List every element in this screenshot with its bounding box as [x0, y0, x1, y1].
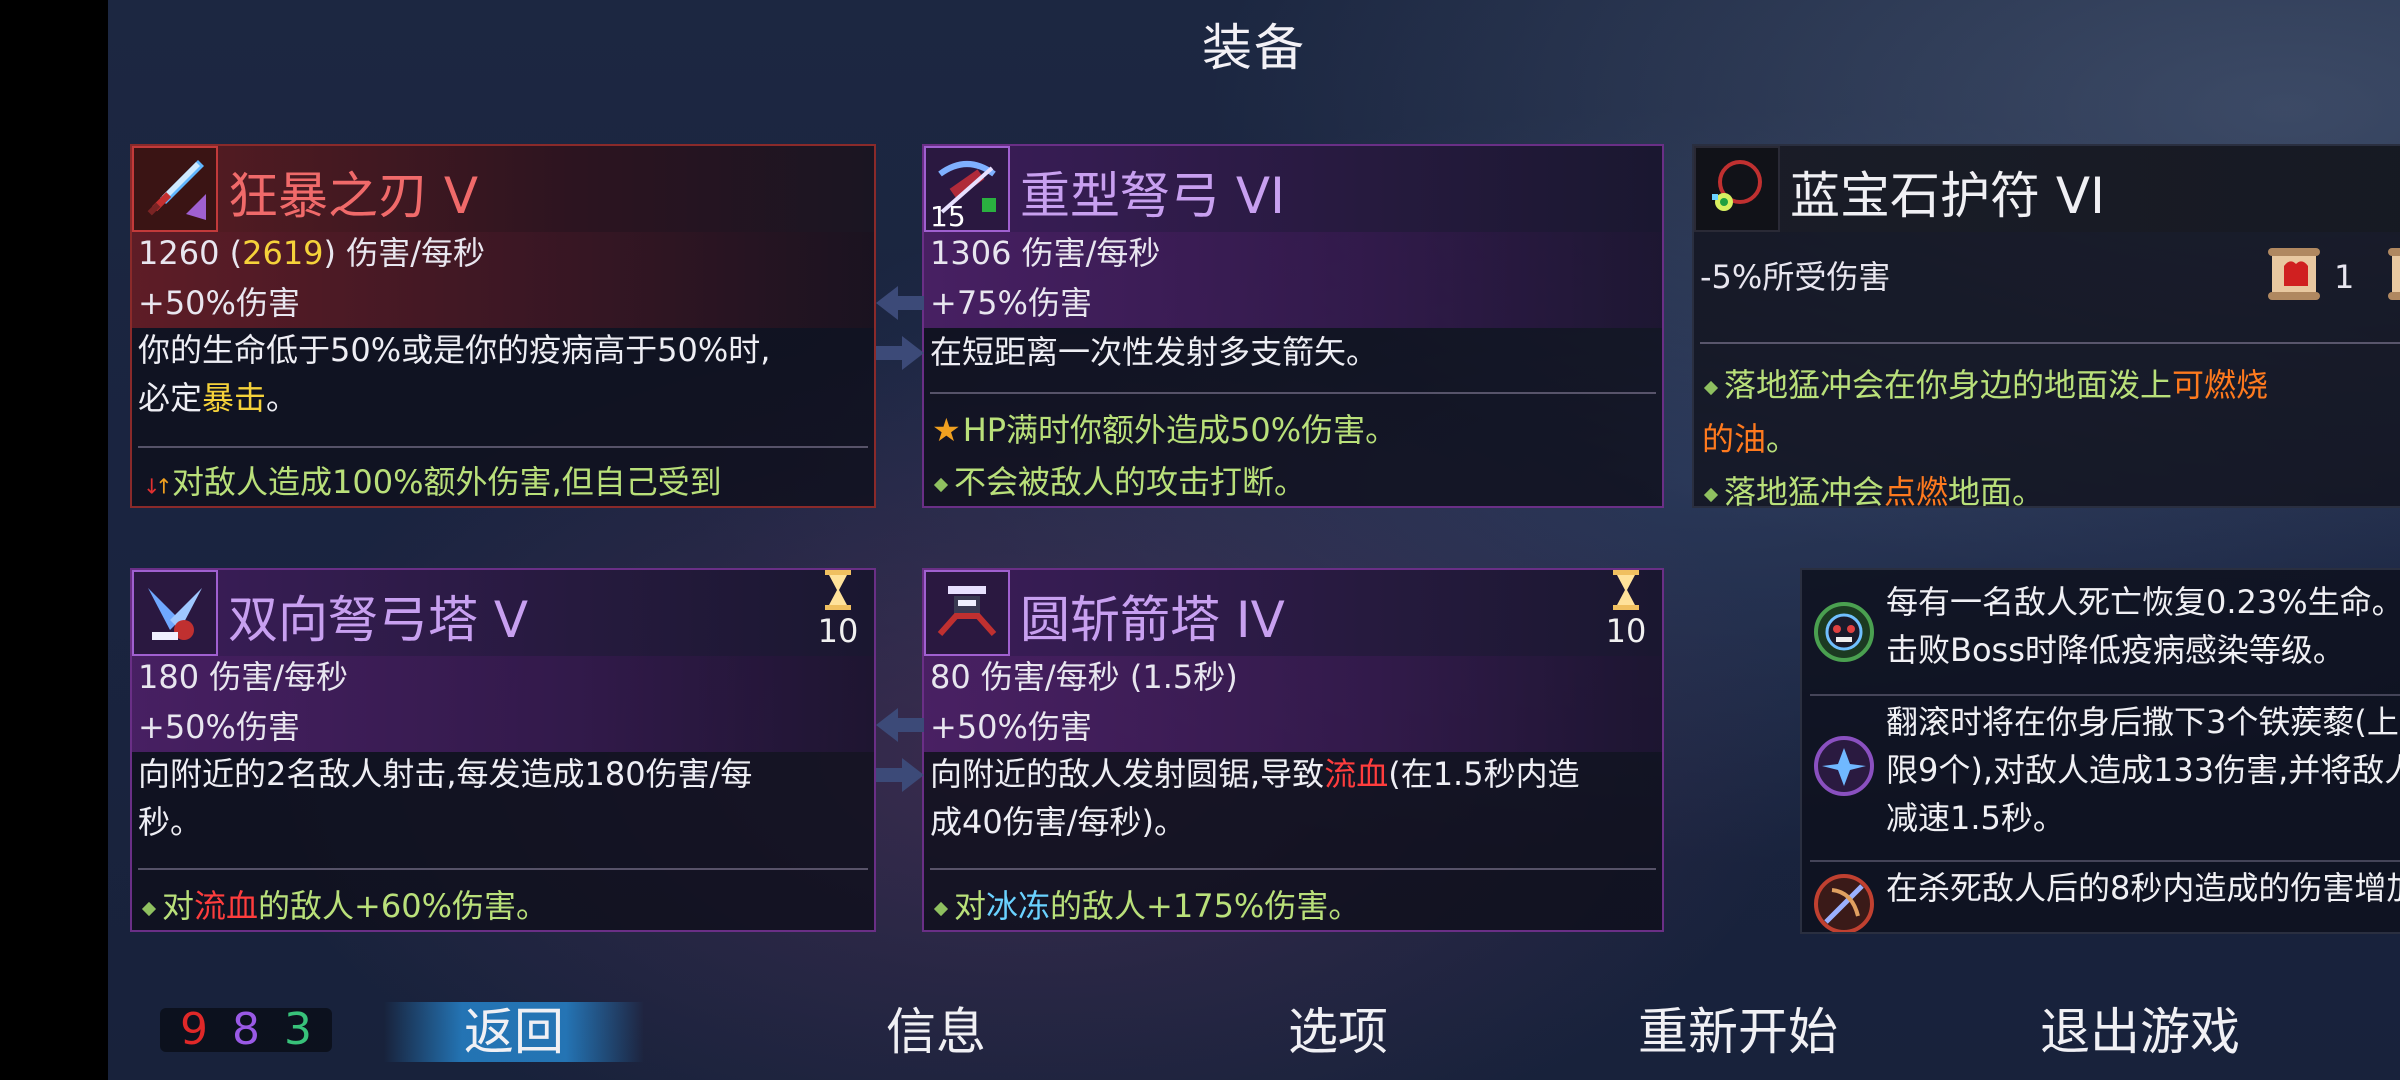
- amulet-stat: -5%所受伤害: [1700, 258, 1891, 296]
- affix-bullet-icon: [141, 901, 157, 917]
- mutation-text: 在杀死敌人后的8秒内造成的伤害增加: [1886, 869, 2400, 907]
- bottom-nav-bar: 983 返回 信息 选项 重新开始 退出游戏: [108, 994, 2400, 1080]
- item-description: 向附近的2名敌人射击,每发造成180伤害/每 秒。: [138, 755, 753, 841]
- scroll-red-count: 1: [2334, 258, 2355, 296]
- affix-line-1: ★HP满时你额外造成50%伤害。: [932, 411, 1398, 449]
- item-name: 蓝宝石护符 VI: [1790, 167, 2105, 225]
- skill-card-sawblade-turret[interactable]: 圆斩箭塔 IV 10 80 伤害/每秒 (1.5秒) +50%伤害 向附近的敌人…: [922, 568, 1664, 932]
- damage-bonus: +75%伤害: [930, 284, 1092, 322]
- screen-title: 装备: [1202, 19, 1306, 77]
- affix-bullet-icon: [1703, 487, 1719, 503]
- hourglass-icon: [1613, 570, 1639, 610]
- damage-bonus: +50%伤害: [138, 284, 300, 322]
- mutations-panel: 每有一名敌人死亡恢复0.23%生命。 击败Boss时降低疫病感染等级。 翻滚时将…: [1800, 568, 2400, 934]
- damage-bonus: +50%伤害: [930, 708, 1092, 746]
- stat-counters: 983: [160, 1008, 332, 1052]
- affix-bullet-icon: [933, 477, 949, 493]
- affix-line: 对流血的敌人+60%伤害。: [140, 882, 864, 930]
- brutality-count: 9: [180, 1004, 208, 1055]
- curse-affix-icon: ↓↑: [143, 475, 173, 499]
- mutation-text: 翻滚时将在你身后撒下3个铁蒺藜(上 限9个),对敌人造成133伤害,并将敌人 减…: [1886, 703, 2400, 837]
- mutation-item[interactable]: 每有一名敌人死亡恢复0.23%生命。 击败Boss时降低疫病感染等级。: [1802, 578, 2400, 698]
- scroll-red-icon: [2264, 242, 2328, 306]
- item-name: 双向弩弓塔 V: [228, 591, 529, 649]
- affix-line-2: 落地猛冲会点燃地面。: [1702, 468, 2400, 506]
- item-description: 在短距离一次性发射多支箭矢。: [930, 333, 1379, 371]
- cooldown-value: 10: [1605, 612, 1647, 650]
- mutation-text: 每有一名敌人死亡恢复0.23%生命。 击败Boss时降低疫病感染等级。: [1886, 583, 2400, 669]
- dps-line: 1260 (2619) 伤害/每秒: [138, 234, 485, 272]
- swap-arrow-right-icon[interactable]: [876, 336, 924, 370]
- mutation-item[interactable]: 在杀死敌人后的8秒内造成的伤害增加: [1802, 864, 2400, 932]
- swap-arrow-right-icon[interactable]: [876, 758, 924, 792]
- sawblade-turret-icon: [924, 570, 1010, 656]
- mutation-item[interactable]: 翻滚时将在你身后撒下3个铁蒺藜(上 限9个),对敌人造成133伤害,并将敌人 减…: [1802, 698, 2400, 858]
- monster-mutation-icon: [1814, 602, 1874, 662]
- amulet-card-sapphire[interactable]: 蓝宝石护符 VI -5%所受伤害 1 1 落地猛冲会在你身边的地面泼上可燃烧的油…: [1692, 144, 2400, 508]
- killer-instinct-mutation-icon: [1814, 874, 1874, 932]
- restart-button[interactable]: 重新开始: [1608, 1002, 1868, 1062]
- affix-bullet-icon: [933, 901, 949, 917]
- cooldown-timer: 10: [1602, 570, 1650, 650]
- swap-arrow-left-icon[interactable]: [876, 286, 924, 320]
- options-button[interactable]: 选项: [1208, 1002, 1468, 1062]
- tactics-count: 8: [232, 1004, 260, 1055]
- item-name: 圆斩箭塔 IV: [1020, 591, 1285, 649]
- cooldown-timer: 10: [814, 570, 862, 650]
- inventory-screen: 装备 狂暴之刃 V 1260 (2619) 伤害/每秒 +50%伤害 你的生命低…: [108, 0, 2400, 1080]
- item-description: 你的生命低于50%或是你的疫病高于50%时, 必定暴击。: [138, 331, 771, 417]
- affix-line-1: 落地猛冲会在你身边的地面泼上可燃烧 的油。: [1702, 366, 2269, 458]
- weapon-card-heavy-crossbow[interactable]: 15 重型弩弓 VI 1306 伤害/每秒 +75%伤害 在短距离一次性发射多支…: [922, 144, 1664, 508]
- amulet-icon: [1694, 146, 1780, 232]
- weapon-level-badge: 15: [930, 200, 966, 233]
- crossbow-icon: 15: [924, 146, 1010, 233]
- affix-bullet-icon: [1703, 380, 1719, 396]
- swap-arrow-left-icon[interactable]: [876, 708, 924, 742]
- affix-line: 对冰冻的敌人+175%伤害。: [932, 882, 1652, 930]
- item-name: 狂暴之刃 V: [228, 167, 479, 225]
- quit-game-button[interactable]: 退出游戏: [2010, 1002, 2270, 1062]
- weapon-card-berserk-blade[interactable]: 狂暴之刃 V 1260 (2619) 伤害/每秒 +50%伤害 你的生命低于50…: [130, 144, 876, 508]
- info-button[interactable]: 信息: [806, 1002, 1066, 1062]
- turret-icon: [132, 570, 218, 656]
- svg-text:↑: ↑: [155, 475, 172, 497]
- dps-line: 180 伤害/每秒: [138, 658, 349, 696]
- item-name: 重型弩弓 VI: [1020, 167, 1285, 225]
- item-description: 向附近的敌人发射圆锯,导致流血(在1.5秒内造 成40伤害/每秒)。: [930, 755, 1580, 841]
- damage-bonus: +50%伤害: [138, 708, 300, 746]
- survival-count: 3: [284, 1004, 312, 1055]
- affix-line: ↓ ↑ 对敌人造成100%额外伤害,但自己受到: [140, 458, 864, 506]
- hourglass-icon: [825, 570, 851, 610]
- scroll-green-icon: [2384, 242, 2400, 306]
- dps-line: 1306 伤害/每秒: [930, 234, 1161, 272]
- back-button[interactable]: 返回: [384, 1002, 644, 1062]
- blade-icon: [132, 146, 218, 232]
- affix-line-2: 不会被敌人的攻击打断。: [932, 458, 1652, 506]
- skill-card-double-crossbow-turret[interactable]: 双向弩弓塔 V 10 180 伤害/每秒 +50%伤害 向附近的2名敌人射击,每…: [130, 568, 876, 932]
- dps-line: 80 伤害/每秒 (1.5秒): [930, 658, 1238, 696]
- caltrops-mutation-icon: [1814, 736, 1874, 796]
- cooldown-value: 10: [817, 612, 859, 650]
- star-icon: ★: [932, 411, 961, 449]
